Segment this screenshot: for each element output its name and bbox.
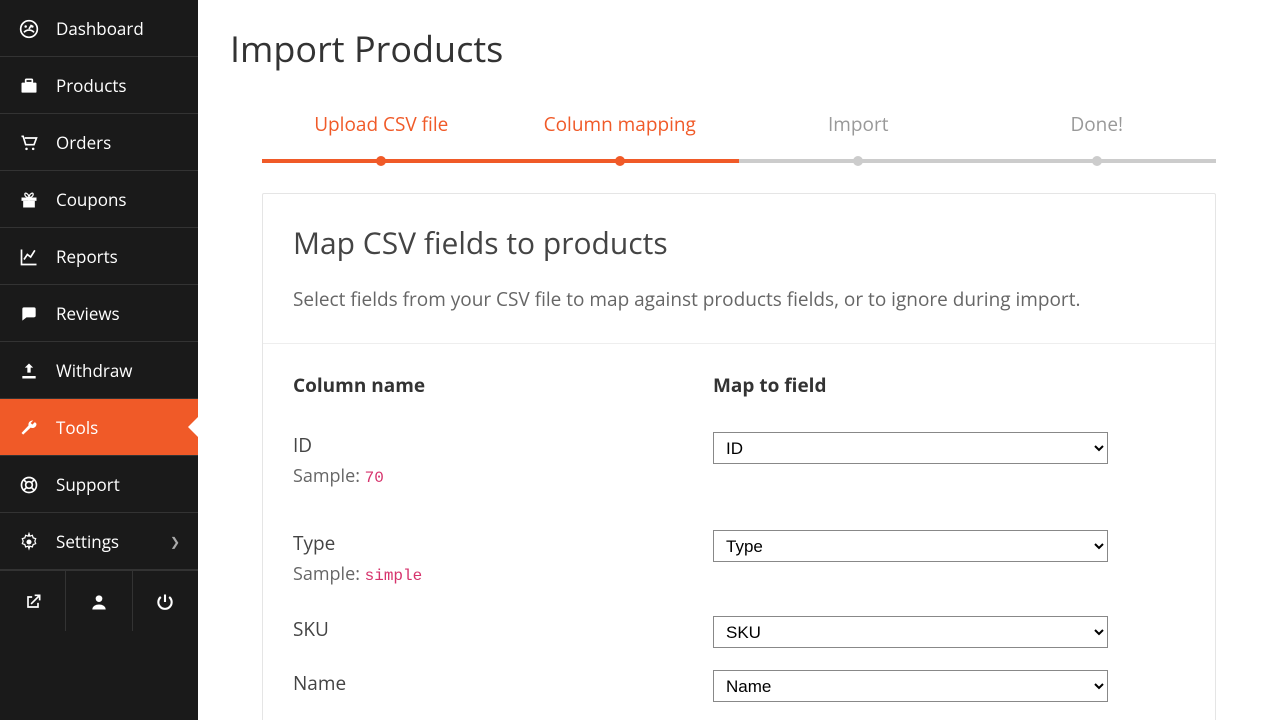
nav-label: Products [56,74,127,97]
nav-products[interactable]: Products [0,57,198,114]
gift-icon [18,187,40,211]
chart-icon [18,244,40,268]
nav-support[interactable]: Support [0,456,198,513]
nav-label: Tools [56,416,98,439]
nav-label: Reports [56,245,118,268]
chevron-right-icon: ❯ [170,533,180,550]
step-label: Column mapping [544,111,696,137]
map-to-field-header: Map to field [713,372,1185,398]
external-link-button[interactable] [0,571,66,631]
card-description: Select fields from your CSV file to map … [293,283,1185,315]
nav-coupons[interactable]: Coupons [0,171,198,228]
map-field-select[interactable]: ID [713,432,1108,464]
briefcase-icon [18,73,40,97]
sidebar: Dashboard Products Orders Coupons Report… [0,0,198,720]
nav-tools[interactable]: Tools [0,399,198,456]
nav-reviews[interactable]: Reviews [0,285,198,342]
sample-value: simple [365,567,423,585]
user-icon [89,589,109,613]
step-dot [853,156,863,166]
csv-sample: Sample: simple [293,562,713,586]
mapping-card: Map CSV fields to products Select fields… [262,193,1216,720]
cart-icon [18,130,40,154]
step-dot [376,156,386,166]
step-label: Done! [1070,111,1123,137]
import-stepper: Upload CSV file Column mapping Import Do… [262,111,1216,163]
nav-label: Support [56,473,120,496]
csv-column-name: Name [293,670,713,696]
step-done[interactable]: Done! [978,111,1217,163]
nav-label: Withdraw [56,359,132,382]
step-label: Upload CSV file [314,111,448,137]
nav-withdraw[interactable]: Withdraw [0,342,198,399]
map-field-select[interactable]: SKU [713,616,1108,648]
mapping-table: Column name Map to field ID Sample: 70 I… [263,344,1215,720]
main-content: Import Products Upload CSV file Column m… [198,0,1280,720]
map-field-select[interactable]: Name [713,670,1108,702]
power-button[interactable] [133,571,198,631]
wrench-icon [18,415,40,439]
step-dot [1092,156,1102,166]
gear-icon [18,529,40,553]
step-label: Import [828,111,889,137]
page-title: Import Products [230,24,1248,73]
nav-dashboard[interactable]: Dashboard [0,0,198,57]
nav-orders[interactable]: Orders [0,114,198,171]
user-button[interactable] [66,571,132,631]
external-link-icon [23,589,43,613]
sample-value: 70 [365,469,384,487]
mapping-row: SKU SKU [293,612,1185,666]
dashboard-icon [18,16,40,40]
nav-settings[interactable]: Settings ❯ [0,513,198,570]
csv-column-name: Type [293,530,713,556]
power-icon [155,589,175,613]
csv-column-name: ID [293,432,713,458]
lifebuoy-icon [18,472,40,496]
nav-label: Dashboard [56,17,144,40]
comments-icon [18,301,40,325]
mapping-row: ID Sample: 70 ID [293,416,1185,514]
sidebar-bottom-row [0,570,198,631]
map-field-select[interactable]: Type [713,530,1108,562]
nav-label: Orders [56,131,111,154]
mapping-row: Type Sample: simple Type [293,514,1185,612]
column-name-header: Column name [293,372,713,398]
step-mapping[interactable]: Column mapping [501,111,740,163]
nav-label: Reviews [56,302,120,325]
nav-label: Coupons [56,188,127,211]
upload-icon [18,358,40,382]
csv-column-name: SKU [293,616,713,642]
nav-label: Settings [56,530,119,553]
step-dot [615,156,625,166]
mapping-row: Name Name [293,666,1185,720]
card-title: Map CSV fields to products [293,222,1185,263]
nav-reports[interactable]: Reports [0,228,198,285]
csv-sample: Sample: 70 [293,464,713,488]
step-upload[interactable]: Upload CSV file [262,111,501,163]
step-import[interactable]: Import [739,111,978,163]
